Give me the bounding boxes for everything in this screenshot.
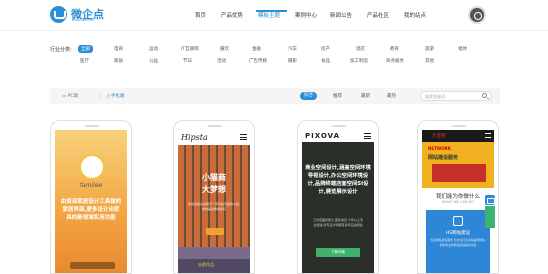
- template-card-1[interactable]: familee 由资深家居设计工具做的家居界面,更多设计出家具的新领域实用功能: [50, 120, 132, 274]
- nav-item-news[interactable]: 新闻公告: [330, 11, 352, 19]
- filter-chip[interactable]: 旅游: [425, 46, 434, 52]
- template-logo: Hipsta: [181, 133, 208, 142]
- site-header: 微企点 weiqidian.com 首页 产品优势 模板主题 案例中心 新闻公告…: [0, 0, 548, 30]
- hamburger-menu-icon: [240, 134, 247, 140]
- band-text: 社群作品: [198, 262, 214, 267]
- side-floating-tab[interactable]: [485, 206, 495, 228]
- filter-chip[interactable]: 摄饮: [220, 46, 229, 52]
- nav-item-home[interactable]: 首页: [195, 11, 206, 19]
- filter-chip[interactable]: 金融: [252, 46, 261, 52]
- phone-speaker: [208, 125, 222, 127]
- sort-recommended[interactable]: 推荐: [333, 93, 342, 99]
- template-headline: 商业空间设计,涵盖空间环境导视设计,办公空间环境设计,品牌终端店面空间SI设计,…: [305, 165, 371, 195]
- toolbar-separator: [100, 92, 101, 100]
- template-logo: PIXOVA: [305, 132, 341, 140]
- html5-icon: [453, 216, 463, 226]
- main-nav: 首页 产品优势 模板主题 案例中心 新闻公告 产品社区 我的站点: [0, 10, 548, 20]
- search-icon[interactable]: [482, 93, 487, 98]
- template-preview: Hipsta 小猫商 大梦想 多伦多街头的朝日一家风格清爽的小店,你的美食体验更…: [178, 130, 250, 273]
- template-footer-bar: [70, 262, 115, 269]
- leaf-logo-icon: [79, 154, 105, 180]
- title-line-2: 大梦想: [202, 185, 226, 194]
- template-button: [206, 228, 224, 235]
- template-toolbar: ▭ PC端 ▯ 手机端 综合 推荐 最新 最热 搜索关键词: [50, 88, 500, 104]
- nav-item-templates[interactable]: 模板主题: [258, 11, 280, 19]
- template-tagline: 由资深家居设计工具做的家居界面,更多设计出家具的新领域实用功能: [60, 199, 122, 221]
- chat-icon[interactable]: [485, 195, 495, 205]
- template-brand: familee: [79, 182, 103, 189]
- phone-speaker: [452, 125, 466, 127]
- sort-comprehensive[interactable]: 综合: [300, 92, 317, 100]
- filter-chip[interactable]: 汽车: [288, 46, 297, 52]
- filter-chip[interactable]: 福体: [458, 46, 467, 52]
- filter-chip[interactable]: 广告传媒: [249, 58, 267, 64]
- user-avatar[interactable]: [468, 6, 486, 24]
- search-box[interactable]: 搜索关键词: [420, 91, 492, 101]
- feature-description: 专业网站建设服务,为企业打造高端品牌形象,提供专业的网站建设解决方案: [430, 238, 486, 247]
- filter-chip[interactable]: 食品: [321, 58, 330, 64]
- mobile-view-label: 手机端: [110, 94, 125, 99]
- nav-item-my-sites[interactable]: 我的站点: [404, 11, 426, 19]
- template-card-3[interactable]: PIXOVA 商业空间设计,涵盖空间环境导视设计,办公空间环境设计,品牌终端店面…: [297, 120, 379, 274]
- filter-chip[interactable]: 其他: [425, 58, 434, 64]
- filter-chip[interactable]: IT互联网: [181, 46, 199, 52]
- search-placeholder: 搜索关键词: [425, 93, 445, 99]
- filter-chip[interactable]: 公益: [149, 58, 158, 64]
- nav-item-cases[interactable]: 案例中心: [295, 11, 317, 19]
- template-topbar: Hipsta: [178, 130, 250, 145]
- filter-chip[interactable]: 酒店: [356, 46, 365, 52]
- template-topbar: PIXOVA: [302, 130, 374, 142]
- template-card-2[interactable]: Hipsta 小猫商 大梦想 多伦多街头的朝日一家风格清爽的小店,你的美食体验更…: [173, 120, 255, 274]
- hamburger-menu-icon: [485, 133, 491, 138]
- nav-item-advantages[interactable]: 产品优势: [221, 11, 243, 19]
- template-preview: familee 由资深家居设计工具做的家居界面,更多设计出家具的新领域实用功能: [55, 130, 127, 273]
- cta-label: 了解详情: [331, 250, 345, 254]
- phone-speaker: [332, 125, 346, 127]
- industry-filter: 行业分类: 全部 电商 运动 IT互联网 摄饮 金融 汽车 房产 酒店 教育 旅…: [50, 44, 500, 68]
- template-title: 小猫商 大梦想: [178, 172, 250, 196]
- filter-chip[interactable]: 电商: [114, 46, 123, 52]
- filter-chip[interactable]: 教育: [390, 46, 399, 52]
- filter-chip[interactable]: 加工制造: [350, 58, 368, 64]
- filter-chip[interactable]: 商务服务: [386, 58, 404, 64]
- template-preview: 大亚网 NETWORK 网站建设服务 我们能为你做什么 WHAT WE CAN …: [422, 130, 494, 273]
- filter-chip[interactable]: 运动: [149, 46, 158, 52]
- template-banner: NETWORK 网站建设服务: [422, 142, 494, 188]
- banner-title: 网站建设服务: [428, 155, 459, 161]
- template-description: 工作室面积很大,团队成员,十年以上专业经验,所有设计师都有多年实战经验: [313, 218, 363, 227]
- template-subtitle: 多伦多街头的朝日一家风格清爽的小店,你的美食体验更好: [188, 202, 240, 211]
- title-line-1: 小猫商: [202, 173, 226, 182]
- nav-item-community[interactable]: 产品社区: [367, 11, 389, 19]
- phone-speaker: [85, 125, 99, 127]
- pc-view-label: PC端: [67, 94, 79, 99]
- feature-title: HS网站建设: [445, 231, 471, 236]
- section-title: 我们能为你做什么: [435, 194, 480, 200]
- banner-graphic: [432, 164, 486, 182]
- sort-hottest[interactable]: 最热: [387, 93, 396, 99]
- feature-block: HS网站建设 专业网站建设服务,为企业打造高端品牌形象,提供专业的网站建设解决方…: [426, 210, 490, 273]
- section-subtitle: WHAT WE CAN DO: [441, 200, 475, 204]
- template-cta-button: 了解详情: [316, 248, 360, 257]
- sort-newest[interactable]: 最新: [361, 93, 370, 99]
- banner-small-text: NETWORK: [428, 146, 451, 151]
- filter-chip[interactable]: 医疗: [80, 58, 89, 64]
- filter-chip[interactable]: 活动: [217, 58, 226, 64]
- template-band-2: 社群作品: [178, 259, 250, 273]
- filter-label: 行业分类:: [50, 47, 72, 53]
- mobile-view-tab[interactable]: ▯ 手机端: [107, 93, 124, 99]
- template-band: [178, 247, 250, 259]
- hamburger-menu-icon: [364, 133, 371, 139]
- template-topbar: 大亚网: [422, 130, 494, 142]
- filter-chip-all[interactable]: 全部: [78, 45, 93, 53]
- template-logo: 大亚网: [432, 134, 446, 139]
- filter-chip[interactable]: 摄影: [288, 58, 297, 64]
- filter-chip[interactable]: 家居: [114, 58, 123, 64]
- filter-chip[interactable]: 房产: [321, 46, 330, 52]
- template-preview: PIXOVA 商业空间设计,涵盖空间环境导视设计,办公空间环境设计,品牌终端店面…: [302, 130, 374, 273]
- filter-chip[interactable]: 节日: [183, 58, 192, 64]
- pc-view-tab[interactable]: ▭ PC端: [62, 93, 78, 99]
- header-divider: [0, 30, 548, 31]
